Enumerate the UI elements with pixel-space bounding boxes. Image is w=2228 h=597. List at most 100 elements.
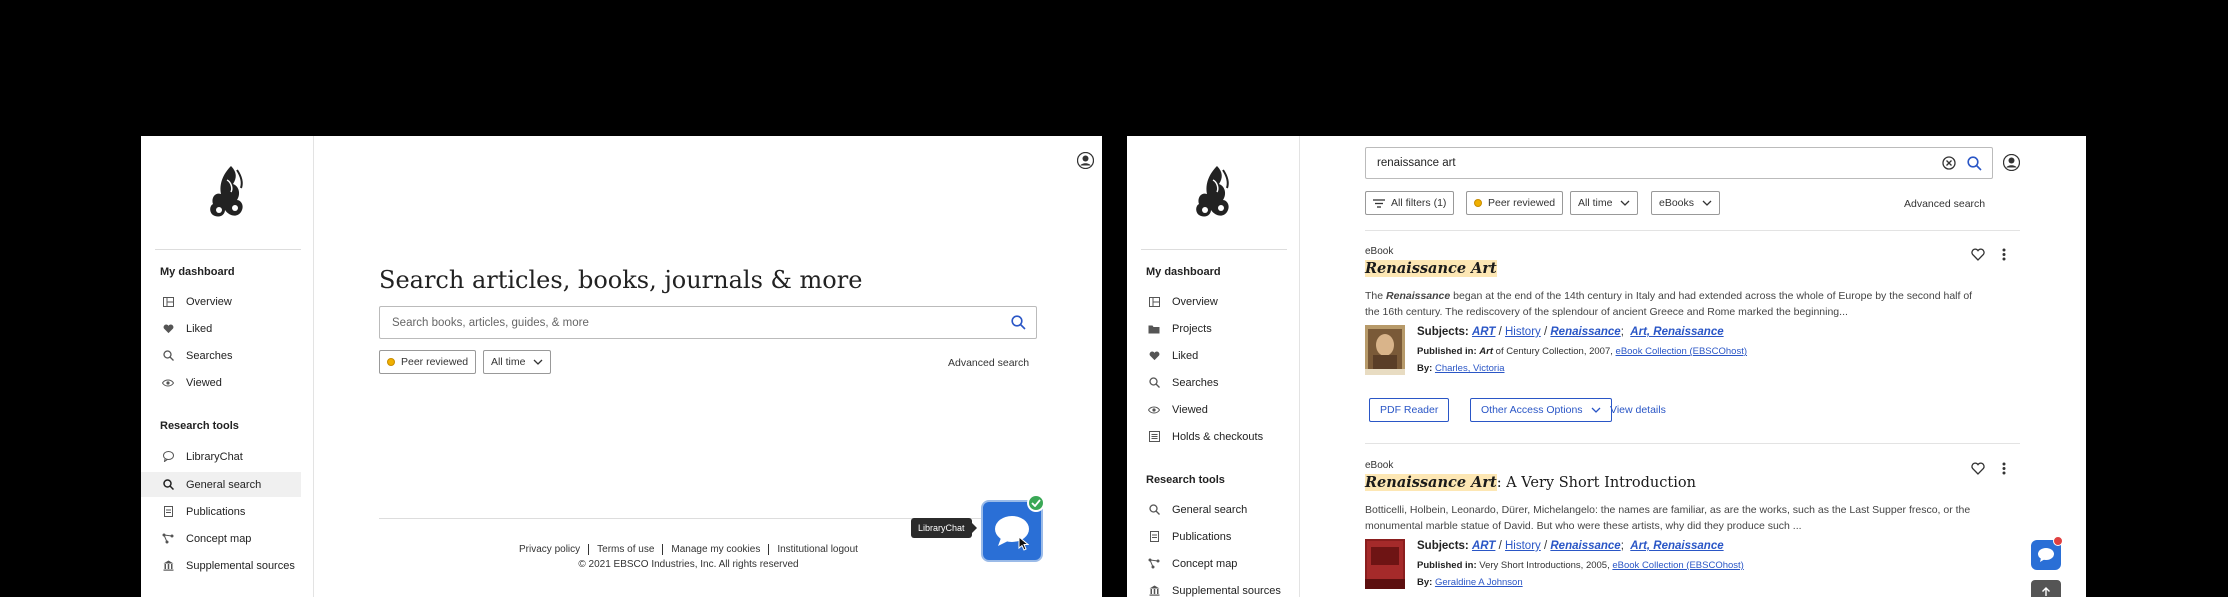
published-highlight: Art — [1479, 346, 1494, 357]
subject-link[interactable]: Art, Renaissance — [1630, 326, 1723, 338]
sidebar-item-label: Searches — [186, 349, 233, 362]
collection-link[interactable]: eBook Collection (EBSCOhost) — [1616, 346, 1747, 357]
concept-map-icon — [1148, 558, 1160, 570]
sidebar-item-viewed[interactable]: Viewed — [1127, 397, 1287, 422]
peer-reviewed-filter[interactable]: Peer reviewed — [379, 350, 477, 374]
sidebar-item-publications[interactable]: Publications — [141, 499, 301, 524]
sidebar-item-liked[interactable]: Liked — [1127, 343, 1287, 368]
sidebar-item-label: Supplemental sources — [1172, 584, 1281, 597]
subject-link[interactable]: ART — [1472, 540, 1495, 552]
sidebar-divider — [1141, 249, 1287, 250]
overview-icon — [162, 296, 174, 308]
subject-link[interactable]: Renaissance — [1550, 540, 1620, 552]
filter-label: eBooks — [1659, 197, 1695, 209]
concept-map-icon — [162, 533, 174, 545]
sidebar-item-label: Liked — [1172, 349, 1199, 362]
library-logo-icon[interactable] — [203, 162, 251, 222]
date-filter-dropdown[interactable]: All time — [1570, 191, 1639, 215]
sidebar: My dashboard Overview Liked Searches Vie… — [141, 136, 314, 597]
author-link[interactable]: Charles, Victoria — [1435, 363, 1505, 374]
user-account-icon[interactable] — [1077, 152, 1094, 169]
sidebar-item-label: Liked — [186, 322, 213, 335]
sidebar-item-viewed[interactable]: Viewed — [141, 370, 301, 395]
sidebar-item-projects[interactable]: Projects — [1127, 316, 1287, 341]
sidebar-item-searches[interactable]: Searches — [141, 343, 301, 368]
terms-of-use-link[interactable]: Terms of use — [589, 544, 664, 555]
librarychat-tooltip: LibraryChat — [911, 518, 977, 538]
book-cover-thumbnail[interactable] — [1365, 539, 1405, 589]
user-account-icon[interactable] — [2003, 154, 2020, 171]
subject-link[interactable]: ART — [1472, 326, 1495, 338]
search-icon[interactable] — [1011, 315, 1026, 330]
subject-link[interactable]: Art, Renaissance — [1630, 540, 1723, 552]
search-results-window: My dashboard Overview Projects Liked Sea… — [1127, 136, 2086, 597]
all-filters-button[interactable]: All filters (1) — [1365, 191, 1455, 215]
subject-link[interactable]: Renaissance — [1550, 326, 1620, 338]
search-history-icon — [1148, 377, 1160, 389]
chat-bubble-icon — [2038, 548, 2054, 562]
clear-search-icon[interactable] — [1942, 156, 1956, 170]
peer-reviewed-filter[interactable]: Peer reviewed — [1466, 191, 1564, 215]
result-subjects: Subjects: ART / History / Renaissance; A… — [1417, 326, 1724, 338]
search-input[interactable]: Search books, articles, guides, & more — [379, 306, 1037, 339]
more-options-icon[interactable] — [2002, 248, 2006, 261]
search-icon[interactable] — [1967, 156, 1982, 171]
back-to-top-button[interactable] — [2031, 580, 2061, 597]
like-heart-icon[interactable] — [1971, 462, 1985, 475]
folder-icon — [1148, 323, 1160, 335]
book-cover-thumbnail[interactable] — [1365, 325, 1405, 375]
sidebar-item-label: Searches — [1172, 376, 1219, 389]
result-abstract: The Renaissance began at the end of the … — [1365, 288, 1985, 320]
date-filter-dropdown[interactable]: All time — [483, 350, 552, 374]
library-logo-icon[interactable] — [1189, 162, 1237, 222]
sidebar-item-concept-map[interactable]: Concept map — [1127, 551, 1287, 576]
sidebar-item-holds-checkouts[interactable]: Holds & checkouts — [1127, 424, 1287, 449]
author-link[interactable]: Geraldine A Johnson — [1435, 577, 1523, 588]
sidebar-item-label: Projects — [1172, 322, 1212, 335]
arrow-up-icon — [2042, 587, 2050, 596]
result-title[interactable]: Renaissance Art — [1365, 260, 1497, 277]
result-author: By: Geraldine A Johnson — [1417, 577, 1523, 588]
like-heart-icon[interactable] — [1971, 248, 1985, 261]
chat-bubble-icon — [162, 451, 174, 463]
results-divider — [1365, 443, 2020, 444]
sidebar-item-overview[interactable]: Overview — [141, 289, 301, 314]
sidebar: My dashboard Overview Projects Liked Sea… — [1127, 136, 1300, 597]
result-published: Published in: Art of Century Collection,… — [1417, 346, 1747, 357]
sidebar-item-liked[interactable]: Liked — [141, 316, 301, 341]
sidebar-item-general-search[interactable]: General search — [141, 472, 301, 497]
subject-link[interactable]: History — [1505, 326, 1541, 338]
result-abstract: Botticelli, Holbein, Leonardo, Dürer, Mi… — [1365, 504, 1971, 532]
sidebar-item-publications[interactable]: Publications — [1127, 524, 1287, 549]
other-access-options-button[interactable]: Other Access Options — [1470, 398, 1612, 422]
chevron-down-icon — [1702, 200, 1712, 206]
sidebar-item-supplemental-sources[interactable]: Supplemental sources — [1127, 578, 1287, 597]
result-author: By: Charles, Victoria — [1417, 363, 1504, 374]
sidebar-item-label: General search — [186, 478, 262, 491]
advanced-search-link[interactable]: Advanced search — [1904, 198, 1985, 210]
subjects-label: Subjects: — [1417, 326, 1469, 338]
results-divider — [1365, 230, 2020, 231]
chevron-down-icon — [1591, 407, 1601, 413]
result-title[interactable]: Renaissance Art: A Very Short Introducti… — [1365, 474, 1696, 491]
more-options-icon[interactable] — [2002, 462, 2006, 475]
source-type-dropdown[interactable]: eBooks — [1651, 191, 1721, 215]
abstract-text: began at the end of the 14th century in … — [1365, 290, 1973, 318]
search-input[interactable]: renaissance art — [1365, 147, 1993, 179]
abstract-text: The — [1365, 290, 1387, 302]
view-details-link[interactable]: View details — [1610, 404, 1666, 416]
sidebar-item-overview[interactable]: Overview — [1127, 289, 1287, 314]
advanced-search-link[interactable]: Advanced search — [948, 357, 1029, 369]
collection-link[interactable]: eBook Collection (EBSCOhost) — [1612, 560, 1743, 571]
institutional-logout-link[interactable]: Institutional logout — [769, 544, 866, 555]
title-highlight: Renaissance Art — [1365, 260, 1497, 277]
pdf-reader-button[interactable]: PDF Reader — [1369, 398, 1450, 422]
search-icon — [162, 479, 174, 491]
manage-cookies-link[interactable]: Manage my cookies — [663, 544, 770, 555]
sidebar-item-general-search[interactable]: General search — [1127, 497, 1287, 522]
sidebar-item-librarychat[interactable]: LibraryChat — [141, 444, 301, 469]
privacy-policy-link[interactable]: Privacy policy — [511, 544, 590, 555]
sidebar-item-searches[interactable]: Searches — [1127, 370, 1287, 395]
document-icon — [1148, 531, 1160, 543]
subject-link[interactable]: History — [1505, 540, 1541, 552]
